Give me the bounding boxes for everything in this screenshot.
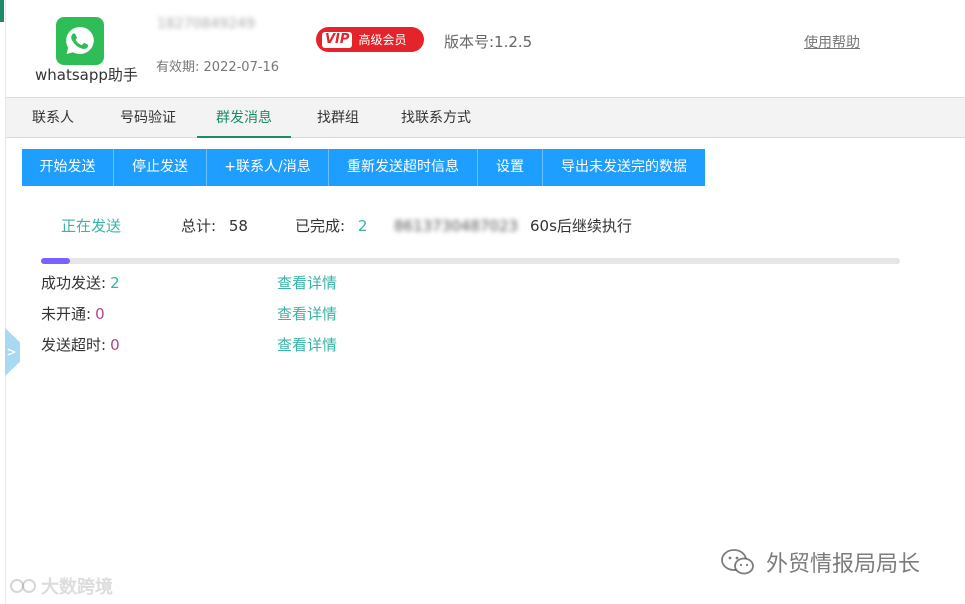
export-unsent-button[interactable]: 导出未发送完的数据 bbox=[543, 149, 705, 186]
total-value: 58 bbox=[228, 217, 248, 235]
main-tabs: 联系人 号码验证 群发消息 找群组 找联系方式 bbox=[6, 97, 965, 138]
watermark-right-text: 外贸情报局局长 bbox=[766, 552, 921, 577]
tab-number-verify[interactable]: 号码验证 bbox=[120, 98, 176, 138]
completed-value: 2 bbox=[357, 217, 368, 235]
tab-find-contacts[interactable]: 找联系方式 bbox=[401, 98, 471, 138]
wechat-icon bbox=[721, 549, 754, 575]
success-value: 2 bbox=[110, 274, 120, 292]
timeout-value: 0 bbox=[110, 336, 120, 354]
tab-bulk-message[interactable]: 群发消息 bbox=[197, 98, 291, 138]
validity-date: 2022-07-16 bbox=[203, 60, 280, 75]
total-label: 总计: bbox=[181, 217, 217, 235]
app-header: whatsapp助手 18270849249 有效期: 2022-07-16 V… bbox=[6, 0, 965, 97]
timeout-label: 发送超时: bbox=[41, 336, 107, 354]
watermark-left: 大数跨境 bbox=[9, 573, 113, 599]
start-send-button[interactable]: 开始发送 bbox=[22, 149, 114, 186]
send-progress-fill bbox=[41, 258, 71, 264]
current-number: 8613730487023 bbox=[394, 217, 519, 235]
timeout-detail-link[interactable]: 查看详情 bbox=[277, 335, 337, 355]
vip-badge: VIP 高级会员 bbox=[316, 27, 424, 52]
watermark-left-text: 大数跨境 bbox=[41, 577, 113, 598]
vip-tag: VIP bbox=[322, 31, 353, 48]
add-contact-message-button[interactable]: +联系人/消息 bbox=[207, 149, 329, 186]
countdown-text: 60s后继续执行 bbox=[530, 217, 632, 235]
chevron-right-icon: > bbox=[6, 345, 17, 359]
unopened-label: 未开通: bbox=[41, 305, 92, 323]
stop-send-button[interactable]: 停止发送 bbox=[114, 149, 207, 186]
total-count: 总计: 58 bbox=[181, 216, 248, 236]
validity-label: 有效期: bbox=[156, 60, 200, 75]
side-expand-tab[interactable]: > bbox=[5, 328, 20, 376]
success-stat: 成功发送: 2 bbox=[41, 273, 120, 293]
help-link[interactable]: 使用帮助 bbox=[804, 32, 860, 52]
tab-contacts[interactable]: 联系人 bbox=[32, 98, 74, 138]
tab-find-groups[interactable]: 找群组 bbox=[317, 98, 359, 138]
resend-timeout-button[interactable]: 重新发送超时信息 bbox=[329, 149, 478, 186]
account-id: 18270849249 bbox=[157, 16, 255, 32]
version-label: 版本号:1.2.5 bbox=[444, 33, 533, 51]
timeout-stat: 发送超时: 0 bbox=[41, 335, 120, 355]
watermark-right: 外贸情报局局长 bbox=[720, 546, 920, 578]
success-label: 成功发送: bbox=[41, 274, 107, 292]
window-edge-accent bbox=[0, 0, 4, 22]
vip-level-text: 高级会员 bbox=[358, 33, 407, 47]
app-name: whatsapp助手 bbox=[35, 66, 138, 84]
settings-button[interactable]: 设置 bbox=[478, 149, 543, 186]
unopened-value: 0 bbox=[95, 305, 105, 323]
completed-label: 已完成: bbox=[295, 217, 346, 235]
unopened-stat: 未开通: 0 bbox=[41, 304, 105, 324]
validity-info: 有效期: 2022-07-16 bbox=[156, 56, 279, 75]
completed-count: 已完成: 2 bbox=[295, 216, 367, 236]
whatsapp-icon bbox=[56, 17, 104, 65]
send-progress-bar bbox=[41, 258, 900, 264]
watermark-logo-icon bbox=[10, 579, 36, 593]
send-state: 正在发送 bbox=[61, 217, 122, 235]
unopened-detail-link[interactable]: 查看详情 bbox=[277, 304, 337, 324]
action-toolbar: 开始发送 停止发送 +联系人/消息 重新发送超时信息 设置 导出未发送完的数据 bbox=[22, 149, 705, 186]
success-detail-link[interactable]: 查看详情 bbox=[277, 273, 337, 293]
